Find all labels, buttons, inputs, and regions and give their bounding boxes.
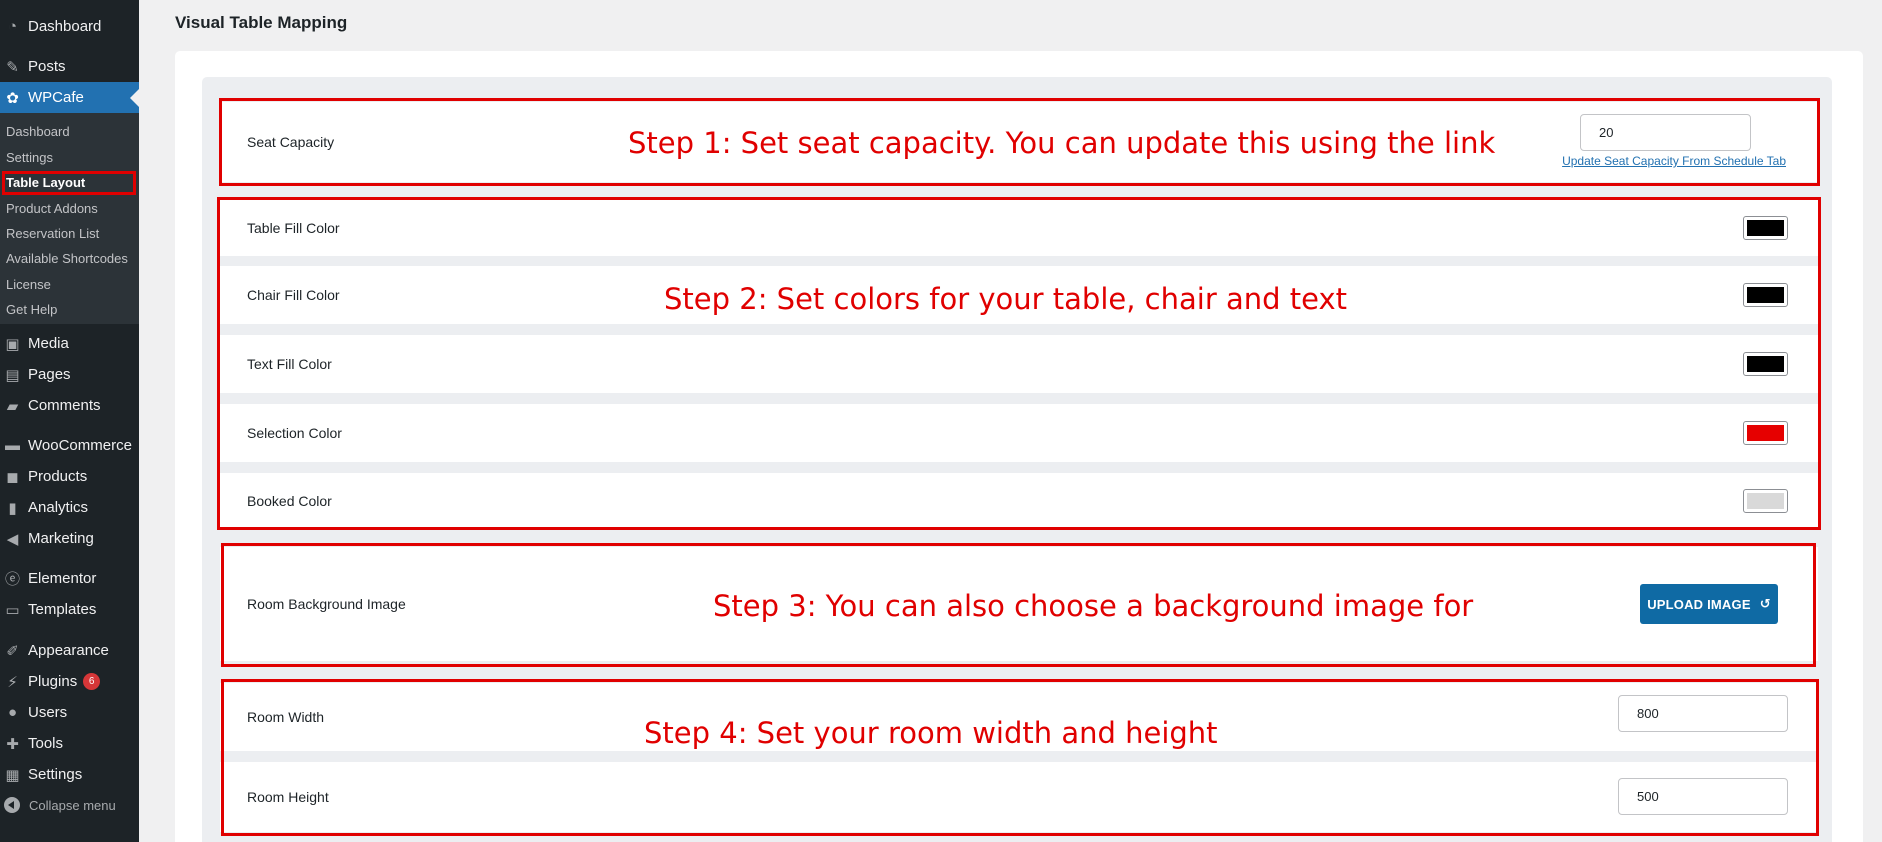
analytics-icon: ▮ <box>8 499 17 517</box>
pages-icon: ▤ <box>5 366 20 384</box>
text-fill-color-label: Text Fill Color <box>247 356 332 372</box>
step2-annotation: Step 2: Set colors for your table, chair… <box>664 282 1347 316</box>
submenu-product-addons[interactable]: Product Addons <box>6 201 98 216</box>
menu-appearance[interactable]: ✐ Appearance <box>0 635 139 666</box>
table-fill-color-label: Table Fill Color <box>247 220 340 236</box>
settings-icon: ▦ <box>5 766 20 784</box>
booked-color-label: Booked Color <box>247 493 332 509</box>
step3-annotation: Step 3: You can also choose a background… <box>713 589 1474 623</box>
current-menu-arrow <box>130 88 139 107</box>
selection-color-row: Selection Color <box>220 404 1818 462</box>
menu-elementor[interactable]: ⓔ Elementor <box>0 563 139 594</box>
booked-color-picker[interactable] <box>1743 489 1788 513</box>
table-fill-color-swatch <box>1747 220 1784 236</box>
step4-annotation: Step 4: Set your room width and height <box>644 716 1218 750</box>
menu-comments[interactable]: ▰ Comments <box>0 390 139 421</box>
menu-woocommerce[interactable]: ▬ WooCommerce <box>0 430 139 461</box>
menu-marketing[interactable]: ◀ Marketing <box>0 523 139 554</box>
refresh-icon: ↺ <box>1759 596 1771 611</box>
plugins-icon: ⚡ <box>7 673 18 691</box>
menu-posts[interactable]: ✎ Posts <box>0 51 139 82</box>
menu-dashboard[interactable]: ◔ Dashboard <box>0 11 139 42</box>
woo-icon: ▬ <box>5 437 20 454</box>
chair-fill-color-label: Chair Fill Color <box>247 287 340 303</box>
selection-color-label: Selection Color <box>247 425 342 441</box>
room-height-label: Room Height <box>247 789 329 805</box>
menu-users[interactable]: ● Users <box>0 697 139 728</box>
booked-color-row: Booked Color <box>220 473 1818 529</box>
marketing-icon: ◀ <box>6 530 19 548</box>
wpcafe-submenu <box>0 113 139 324</box>
menu-media[interactable]: ▣ Media <box>0 328 139 359</box>
page-title: Visual Table Mapping <box>175 13 348 32</box>
room-width-input[interactable]: 800 <box>1618 695 1788 732</box>
seat-capacity-input[interactable]: 20 <box>1580 114 1751 151</box>
text-fill-color-picker[interactable] <box>1743 352 1788 376</box>
room-height-row: Room Height 500 <box>220 762 1818 832</box>
folder-icon: ▭ <box>5 601 20 619</box>
selection-color-picker[interactable] <box>1743 421 1788 445</box>
step1-annotation: Step 1: Set seat capacity. You can updat… <box>628 126 1496 160</box>
seat-capacity-label: Seat Capacity <box>247 134 335 150</box>
update-seat-capacity-link[interactable]: Update Seat Capacity From Schedule Tab <box>1562 154 1786 168</box>
table-fill-color-row: Table Fill Color <box>220 200 1818 256</box>
products-icon: ◼ <box>6 468 19 486</box>
menu-products[interactable]: ◼ Products <box>0 461 139 492</box>
booked-color-swatch <box>1747 493 1784 509</box>
upload-image-label: UPLOAD IMAGE <box>1647 596 1751 612</box>
chair-fill-color-picker[interactable] <box>1743 283 1788 307</box>
dashboard-icon: ◔ <box>7 18 18 35</box>
pin-icon: ✎ <box>6 58 19 76</box>
room-width-label: Room Width <box>247 709 325 725</box>
menu-wpcafe[interactable]: ✿ WPCafe <box>0 82 139 113</box>
text-fill-color-row: Text Fill Color <box>220 335 1818 393</box>
admin-sidebar: ◔ Dashboard ✎ Posts ✿ WPCafe Dashboard S… <box>0 0 139 842</box>
menu-plugins[interactable]: ⚡ Plugins 6 <box>0 666 139 697</box>
text-fill-color-swatch <box>1747 356 1784 372</box>
submenu-reservation-list[interactable]: Reservation List <box>6 226 99 241</box>
appearance-icon: ✐ <box>6 642 19 660</box>
wpcafe-icon: ✿ <box>6 89 19 107</box>
table-fill-color-picker[interactable] <box>1743 216 1788 240</box>
collapse-menu-label: Collapse menu <box>29 797 116 813</box>
menu-tools[interactable]: ✚ Tools <box>0 728 139 759</box>
chair-fill-color-swatch <box>1747 287 1784 303</box>
tools-icon: ✚ <box>6 735 19 753</box>
comments-icon: ▰ <box>6 397 19 415</box>
submenu-dashboard[interactable]: Dashboard <box>6 124 70 139</box>
room-height-input[interactable]: 500 <box>1618 778 1788 815</box>
annotation-box-table-layout <box>2 171 136 195</box>
submenu-get-help[interactable]: Get Help <box>6 302 57 317</box>
collapse-menu-button[interactable]: Collapse menu <box>0 792 116 818</box>
menu-settings[interactable]: ▦ Settings <box>0 759 139 790</box>
collapse-icon <box>4 797 20 813</box>
menu-templates[interactable]: ▭ Templates <box>0 594 139 625</box>
users-icon: ● <box>7 704 18 721</box>
menu-pages[interactable]: ▤ Pages <box>0 359 139 390</box>
selection-color-swatch <box>1747 425 1784 441</box>
plugins-update-badge: 6 <box>83 673 101 690</box>
submenu-settings[interactable]: Settings <box>6 150 53 165</box>
media-icon: ▣ <box>5 335 20 353</box>
submenu-license[interactable]: License <box>6 277 51 292</box>
elementor-icon: ⓔ <box>4 571 20 588</box>
room-background-label: Room Background Image <box>247 596 406 612</box>
submenu-available-shortcodes[interactable]: Available Shortcodes <box>6 251 128 266</box>
menu-analytics[interactable]: ▮ Analytics <box>0 492 139 523</box>
upload-image-button[interactable]: UPLOAD IMAGE ↺ <box>1640 584 1778 624</box>
